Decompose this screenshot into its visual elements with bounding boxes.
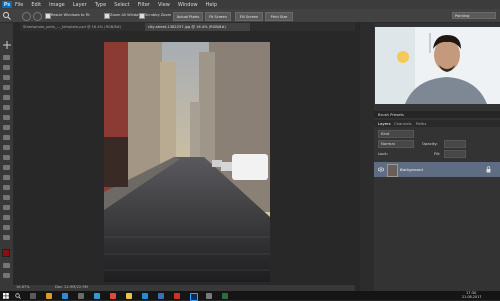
app-icon-blue[interactable] (94, 292, 100, 299)
windows-taskbar: 17:30 21.08.2017 (0, 291, 500, 301)
layer-name: Background (400, 167, 423, 172)
shape-tool[interactable] (3, 215, 10, 220)
tab-template-psd[interactable]: Streetphoto_paris_..._template.psd @ 16.… (20, 23, 132, 31)
app-icon-gray[interactable] (206, 292, 212, 299)
eye-icon[interactable] (378, 167, 384, 172)
blur-tool[interactable] (3, 165, 10, 170)
menu-type[interactable]: Type (95, 2, 106, 8)
layer-thumbnail (387, 164, 398, 177)
menu-image[interactable]: Image (49, 2, 65, 8)
app-icon-skype[interactable] (142, 292, 148, 299)
menu-select[interactable]: Select (114, 2, 129, 8)
opacity-field[interactable] (444, 140, 466, 148)
photoshop-taskbar-icon[interactable] (190, 292, 198, 301)
document-tabs: Streetphoto_paris_..._template.psd @ 16.… (20, 23, 355, 31)
path-select-tool[interactable] (3, 205, 10, 210)
menu-file[interactable]: File (15, 2, 23, 8)
app-icon-red[interactable] (110, 292, 116, 299)
screen-mode-button[interactable] (3, 273, 10, 278)
menu-help[interactable]: Help (206, 2, 217, 8)
store-icon[interactable] (78, 292, 84, 299)
move-tool-icon[interactable] (3, 41, 11, 49)
menu-filter[interactable]: Filter (138, 2, 150, 8)
task-view-icon[interactable] (30, 292, 36, 299)
panel-icon-strip (360, 23, 374, 291)
marquee-tool[interactable] (3, 55, 10, 60)
history-brush-tool[interactable] (3, 135, 10, 140)
menu-edit[interactable]: Edit (31, 2, 41, 8)
webcam-overlay (375, 27, 500, 104)
search-icon[interactable] (15, 292, 21, 299)
workspace-select[interactable]: Painting (452, 12, 496, 19)
actual-pixels-button[interactable]: Actual Pixels (173, 12, 203, 21)
app-icon-media[interactable] (174, 292, 180, 299)
scrubby-zoom-label: Scrubby Zoom (145, 13, 172, 17)
file-explorer-icon[interactable] (46, 292, 52, 299)
tab-city-street[interactable]: city-street-1382257.jpg @ 16.4% (RGB/8#) (145, 23, 250, 31)
layer-row-background[interactable]: Background (374, 162, 500, 177)
fill-field[interactable] (444, 150, 466, 158)
pen-tool[interactable] (3, 185, 10, 190)
blend-mode-select[interactable]: Normal (378, 140, 414, 148)
zoom-tool[interactable] (3, 235, 10, 240)
healing-tool[interactable] (3, 105, 10, 110)
crop-tool[interactable] (3, 85, 10, 90)
layer-filter-kind[interactable]: Kind (378, 130, 414, 138)
resize-windows-label: Resize Windows to Fit (51, 13, 90, 17)
lasso-tool[interactable] (3, 65, 10, 70)
brush-tool[interactable] (3, 115, 10, 120)
tools-panel (0, 23, 14, 285)
hand-tool[interactable] (3, 225, 10, 230)
quick-select-tool[interactable] (3, 75, 10, 80)
zoom-tool-icon[interactable] (2, 11, 11, 20)
tab-layers[interactable]: Layers (378, 121, 391, 126)
clone-stamp-tool[interactable] (3, 125, 10, 130)
app-icon-word[interactable] (158, 292, 164, 299)
chrome-icon[interactable] (126, 292, 132, 299)
tab-paths[interactable]: Paths (416, 121, 426, 126)
taskbar-date[interactable]: 21.08.2017 (462, 295, 481, 299)
windows-start-icon[interactable] (3, 292, 9, 299)
tab-channels[interactable]: Channels (394, 121, 412, 126)
type-tool[interactable] (3, 195, 10, 200)
menu-window[interactable]: Window (178, 2, 198, 8)
doc-size: Doc: 22.9M/22.9M (55, 285, 88, 289)
street-photo[interactable] (104, 42, 270, 282)
menu-view[interactable]: View (158, 2, 170, 8)
options-bar: Resize Windows to Fit Zoom All Windows S… (0, 9, 500, 23)
zoom-level[interactable]: 16.67% (16, 285, 30, 289)
opacity-label: Opacity: (422, 141, 438, 146)
photoshop-logo: Ps (2, 1, 12, 8)
layers-tab-row: Layers Channels Paths (374, 120, 500, 127)
menu-layer[interactable]: Layer (73, 2, 87, 8)
eraser-tool[interactable] (3, 145, 10, 150)
lock-icon (486, 166, 491, 173)
brush-presets-header[interactable]: Brush Presets (374, 111, 500, 118)
gradient-tool[interactable] (3, 155, 10, 160)
lock-label: Lock: (378, 151, 388, 156)
eyedropper-tool[interactable] (3, 95, 10, 100)
zoom-in-button[interactable] (22, 12, 31, 21)
fill-screen-button[interactable]: Fill Screen (235, 12, 263, 21)
fill-label: Fill: (434, 151, 441, 156)
dodge-tool[interactable] (3, 175, 10, 180)
zoom-out-button[interactable] (33, 12, 42, 21)
app-icon-green[interactable] (222, 292, 228, 299)
foreground-color-swatch[interactable] (2, 249, 10, 257)
edge-icon[interactable] (62, 292, 68, 299)
print-size-button[interactable]: Print Size (265, 12, 293, 21)
quick-mask-button[interactable] (3, 263, 10, 268)
menu-bar: Ps File Edit Image Layer Type Select Fil… (0, 0, 500, 9)
fit-screen-button[interactable]: Fit Screen (205, 12, 231, 21)
